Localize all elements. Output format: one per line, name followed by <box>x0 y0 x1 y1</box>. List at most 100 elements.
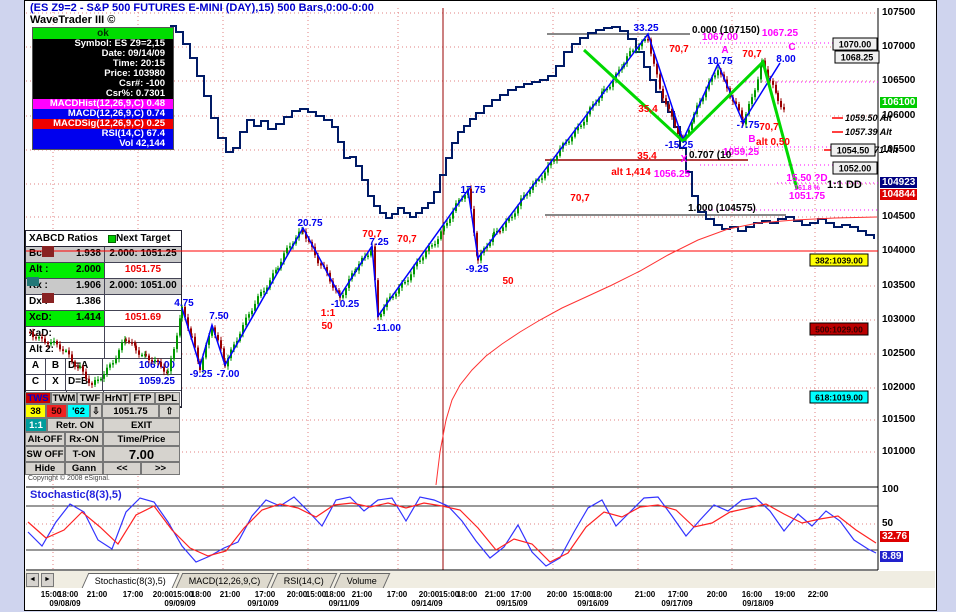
axis-label: 106500 <box>882 75 916 86</box>
fib-1051-75[interactable]: 1051.75 <box>102 404 159 418</box>
date-label: 09/18/09 <box>742 599 774 608</box>
indicator-tab-rsi-14-c-[interactable]: RSI(14,C) <box>270 573 337 588</box>
ratio-row: Alt :2.000 1051.75 <box>26 263 181 279</box>
cursor-data-rows: Symbol: ES Z9=2,15 Date: 09/14/09 Time: 20… <box>33 39 173 99</box>
time-label: 18:00 <box>456 590 478 599</box>
date-label: 09/14/09 <box>411 599 443 608</box>
indicator-row: Vol 42,144 <box>33 139 173 149</box>
ratio-row: XcD: 1.414 1051.69 <box>26 311 181 327</box>
tab-bpl[interactable]: BPL <box>155 392 180 404</box>
axis-label: 102500 <box>882 348 916 359</box>
date-label: 09/09/09 <box>164 599 196 608</box>
date-label: 09/11/09 <box>328 599 360 608</box>
tab-twm[interactable]: TWM <box>51 392 77 404</box>
indicator-tab-stochastic-8-3-5-[interactable]: Stochastic(8(3),5) <box>81 573 180 588</box>
tab-ftp[interactable]: FTP <box>130 392 155 404</box>
data-window-panel: ok Symbol: ES Z9=2,15 Date: 09/14/09 Time:… <box>32 27 174 150</box>
ratio-row: BcD: 1.938 2.000: 1051.25 <box>26 247 181 263</box>
btn-retr-on[interactable]: Retr. ON <box>47 418 103 432</box>
time-label: 17:00 <box>510 590 532 599</box>
time-label: 17:00 <box>254 590 276 599</box>
pivot-cell[interactable]: C <box>26 375 46 390</box>
axis-label: 101000 <box>882 446 916 457</box>
btn-time-price[interactable]: Time/Price <box>103 432 180 446</box>
green-square-icon <box>108 231 116 246</box>
btn--[interactable]: << <box>103 462 141 475</box>
indicator-tab-macd-12-26-9-c-[interactable]: MACD(12,26,9,C) <box>175 573 274 588</box>
axis-label: 101500 <box>882 414 916 425</box>
btn--[interactable]: >> <box>141 462 180 475</box>
app-name: WaveTrader III © <box>30 14 116 26</box>
btn-7-00[interactable]: 7.00 <box>103 446 180 462</box>
xabcd-ratios-table: XABCD Ratios Next Target BcD: 1.938 2.000:… <box>25 230 182 408</box>
fib-38[interactable]: 38 <box>25 404 46 418</box>
pivot-cell[interactable]: B <box>46 359 66 374</box>
stochastic-panel-label: Stochastic(8(3),5) <box>30 489 122 501</box>
pivot-cell[interactable]: X <box>46 375 66 390</box>
axis-label: 103000 <box>882 314 916 325</box>
ratio-row: Alt 2: <box>26 343 181 359</box>
ratio-row: XaD: <box>26 327 181 343</box>
time-label: 21:00 <box>484 590 506 599</box>
axis-price-marker: 32.76 <box>880 531 910 542</box>
tab-scroll-right-icon[interactable]: ► <box>41 573 54 587</box>
axis-label: 103500 <box>882 280 916 291</box>
time-label: 20:00 <box>152 590 174 599</box>
indicator-tab-bar: ◄ ► Stochastic(8(3),5) MACD(12,26,9,C) RSI… <box>25 571 935 589</box>
time-label: 17:00 <box>122 590 144 599</box>
axis-label: 106000 <box>882 110 916 121</box>
axis-label: 107500 <box>882 7 916 18</box>
date-label: 09/17/09 <box>661 599 693 608</box>
time-label: 15:00 <box>572 590 594 599</box>
axis-label: 100 <box>882 484 899 495</box>
copyright-text: Copyright © 2008 eSignal. <box>28 475 110 482</box>
btn-gann[interactable]: Gann <box>65 462 103 475</box>
fib--[interactable]: ⇩ <box>90 404 102 418</box>
axis-label: 50 <box>882 518 894 529</box>
time-label: 19:00 <box>774 590 796 599</box>
btn-alt-off[interactable]: Alt-OFF <box>25 432 65 446</box>
time-label: 18:00 <box>190 590 212 599</box>
pivot-cell[interactable]: A <box>26 359 46 374</box>
control-panel: TWS TWM TWF HrNT FTP BPL 38 50'62 ⇩ 1051.75 ⇧ 1:1 Re… <box>25 392 180 475</box>
time-label: 21:00 <box>351 590 373 599</box>
axis-label: 104000 <box>882 245 916 256</box>
time-label: 18:00 <box>324 590 346 599</box>
time-label: 21:00 <box>86 590 108 599</box>
time-label: 21:00 <box>219 590 241 599</box>
indicator-rows: MACDHist(12,26,9,C) 0.48 MACD(12,26,9,C) … <box>33 99 173 149</box>
wavetrader-app: { "window": { "title": "(ES Z9=2 - S&P 5… <box>0 0 956 612</box>
ratios-header: XABCD Ratios Next Target <box>26 231 181 247</box>
axis-price-marker: 104844 <box>880 189 918 200</box>
ratio-row: Rx :1.906 2.000: 1051.00 <box>26 279 181 295</box>
time-label: 20:00 <box>418 590 440 599</box>
btn-hide[interactable]: Hide <box>25 462 65 475</box>
btn-1-1[interactable]: 1:1 <box>25 418 47 432</box>
time-label: 17:00 <box>386 590 408 599</box>
axis-label: 102000 <box>882 382 916 393</box>
axis-label: 105500 <box>882 144 916 155</box>
fib-50[interactable]: 50 <box>46 404 67 418</box>
time-label: 20:00 <box>286 590 308 599</box>
tab-twf[interactable]: TWF <box>77 392 103 404</box>
tab-tws[interactable]: TWS <box>25 392 51 404</box>
date-label: 09/16/09 <box>577 599 609 608</box>
btn-exit[interactable]: EXIT <box>103 418 180 432</box>
btn-sw-off[interactable]: SW OFF <box>25 446 65 462</box>
date-label: 09/10/09 <box>247 599 279 608</box>
btn-rx-on[interactable]: Rx-ON <box>65 432 103 446</box>
tab-hrnt[interactable]: HrNT <box>103 392 130 404</box>
axis-price-marker: 106100 <box>880 97 918 108</box>
time-label: 20:00 <box>706 590 728 599</box>
time-label: 21:00 <box>634 590 656 599</box>
fib--62[interactable]: '62 <box>67 404 90 418</box>
btn-t-on[interactable]: T-ON <box>65 446 103 462</box>
axis-label: 107000 <box>882 41 916 52</box>
ratio-abc-row: A B D=A 1067.00 <box>26 359 181 375</box>
time-label: 16:00 <box>741 590 763 599</box>
indicator-tab-volume[interactable]: Volume <box>333 573 390 588</box>
tab-scroll-left-icon[interactable]: ◄ <box>26 573 39 587</box>
fib--[interactable]: ⇧ <box>159 404 180 418</box>
date-label: 09/08/09 <box>49 599 81 608</box>
axis-label: 104500 <box>882 211 916 222</box>
